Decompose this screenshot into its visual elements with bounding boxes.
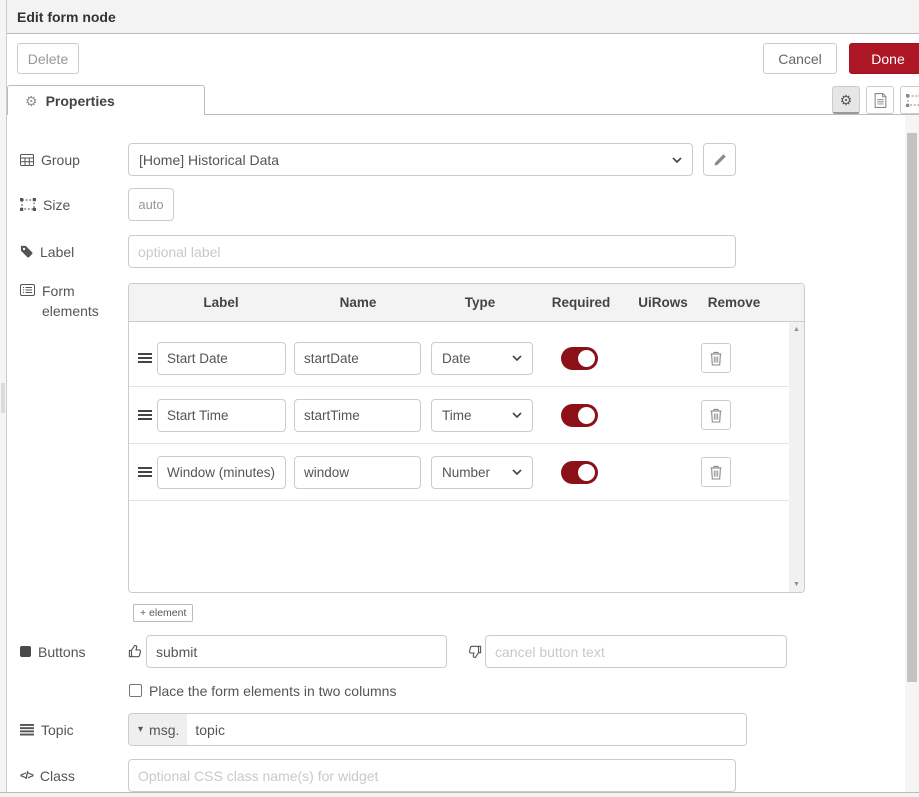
drag-handle-icon[interactable] [138, 467, 152, 477]
col-name: Name [340, 284, 377, 322]
two-columns-checkbox[interactable] [129, 684, 142, 697]
chevron-down-icon [512, 469, 522, 475]
chevron-down-icon [512, 355, 522, 361]
chevron-down-icon [512, 412, 522, 418]
tray-resize-handle[interactable] [0, 0, 7, 797]
drag-handle-icon[interactable] [138, 410, 152, 420]
node-appearance-button[interactable] [900, 86, 919, 114]
element-label-input[interactable] [157, 456, 286, 489]
dialog-title: Edit form node [17, 9, 116, 25]
done-button[interactable]: Done [849, 43, 919, 74]
tab-properties[interactable]: ⚙ Properties [7, 85, 205, 115]
table-icon [20, 154, 34, 166]
panel-scrollbar-thumb[interactable] [907, 133, 917, 682]
group-label: Group [20, 143, 80, 176]
required-toggle[interactable] [561, 461, 598, 484]
tab-bar: ⚙ Properties ⚙ [7, 85, 919, 115]
size-button[interactable]: auto [128, 188, 174, 221]
tag-icon [20, 245, 33, 258]
buttons-label: Buttons [20, 635, 85, 668]
topic-typed-input: ▾ msg. [128, 713, 747, 746]
topic-label: Topic [20, 713, 74, 746]
cancel-button-text-input[interactable] [485, 635, 787, 668]
element-type-select[interactable]: Time [431, 399, 533, 432]
topic-type-select[interactable]: ▾ msg. [129, 714, 187, 745]
element-name-input[interactable] [294, 342, 421, 375]
thumbs-up-icon [128, 644, 143, 659]
caret-down-icon: ▾ [138, 724, 143, 735]
document-icon [874, 93, 887, 108]
class-label: </> Class [20, 759, 75, 792]
group-select[interactable]: [Home] Historical Data [128, 143, 693, 176]
element-name-input[interactable] [294, 456, 421, 489]
tray-footer-edge [0, 792, 919, 797]
required-toggle[interactable] [561, 347, 598, 370]
table-row: Date [129, 330, 789, 387]
form-elements-table: Label Name Type Required UiRows Remove D… [128, 283, 805, 593]
tray-resize-grip[interactable] [1, 383, 5, 413]
label-input[interactable] [128, 235, 736, 268]
class-input[interactable] [128, 759, 736, 792]
submit-button-text-input[interactable] [146, 635, 447, 668]
delete-button[interactable]: Delete [17, 43, 79, 74]
object-group-icon [906, 94, 919, 107]
scroll-up-icon[interactable]: ▲ [793, 326, 800, 333]
size-label: Size [20, 188, 70, 221]
list-icon [20, 724, 34, 736]
table-scrollbar[interactable]: ▲ ▼ [789, 322, 804, 592]
remove-element-button[interactable] [701, 343, 731, 373]
drag-handle-icon[interactable] [138, 353, 152, 363]
node-properties-button[interactable]: ⚙ [832, 86, 860, 114]
col-uirows: UiRows [638, 284, 688, 322]
properties-panel: Group [Home] Historical Data Size auto L… [7, 115, 905, 797]
toggle-knob [578, 464, 595, 481]
col-required: Required [552, 284, 611, 322]
col-type: Type [465, 284, 496, 322]
add-element-button[interactable]: + element [133, 604, 193, 622]
form-elements-label: Form elements [20, 281, 104, 322]
element-label-input[interactable] [157, 399, 286, 432]
gear-icon: ⚙ [25, 94, 38, 108]
trash-icon [709, 465, 723, 480]
thumbs-down-icon [467, 644, 482, 659]
two-columns-label: Place the form elements in two columns [149, 683, 396, 699]
required-toggle[interactable] [561, 404, 598, 427]
panel-scrollbar[interactable] [905, 115, 919, 797]
toggle-knob [578, 407, 595, 424]
code-icon: </> [20, 770, 33, 782]
element-type-select[interactable]: Date [431, 342, 533, 375]
table-row: Time [129, 387, 789, 444]
chevron-down-icon [672, 157, 682, 163]
group-select-value: [Home] Historical Data [139, 152, 279, 168]
trash-icon [709, 408, 723, 423]
col-remove: Remove [708, 284, 761, 322]
element-label-input[interactable] [157, 342, 286, 375]
table-body: Date Time [129, 322, 804, 592]
topic-type-label: msg. [149, 722, 179, 738]
tab-properties-label: Properties [46, 93, 115, 109]
dialog-header: Edit form node [7, 0, 919, 34]
trash-icon [709, 351, 723, 366]
element-name-input[interactable] [294, 399, 421, 432]
label-field-label: Label [20, 235, 74, 268]
dialog-toolbar: Delete Cancel Done [7, 35, 919, 85]
remove-element-button[interactable] [701, 400, 731, 430]
cancel-button[interactable]: Cancel [763, 43, 837, 74]
object-group-icon [20, 198, 36, 211]
square-icon [20, 646, 31, 657]
table-row: Number [129, 444, 789, 501]
table-header: Label Name Type Required UiRows Remove [129, 284, 804, 322]
edit-group-button[interactable] [703, 143, 736, 176]
remove-element-button[interactable] [701, 457, 731, 487]
toggle-knob [578, 350, 595, 367]
element-type-select[interactable]: Number [431, 456, 533, 489]
pencil-icon [713, 153, 727, 167]
topic-input[interactable] [187, 714, 746, 745]
col-label: Label [203, 284, 238, 322]
gear-icon: ⚙ [840, 93, 853, 107]
scroll-down-icon[interactable]: ▼ [793, 581, 800, 588]
list-alt-icon [20, 284, 35, 296]
node-description-button[interactable] [866, 86, 894, 114]
